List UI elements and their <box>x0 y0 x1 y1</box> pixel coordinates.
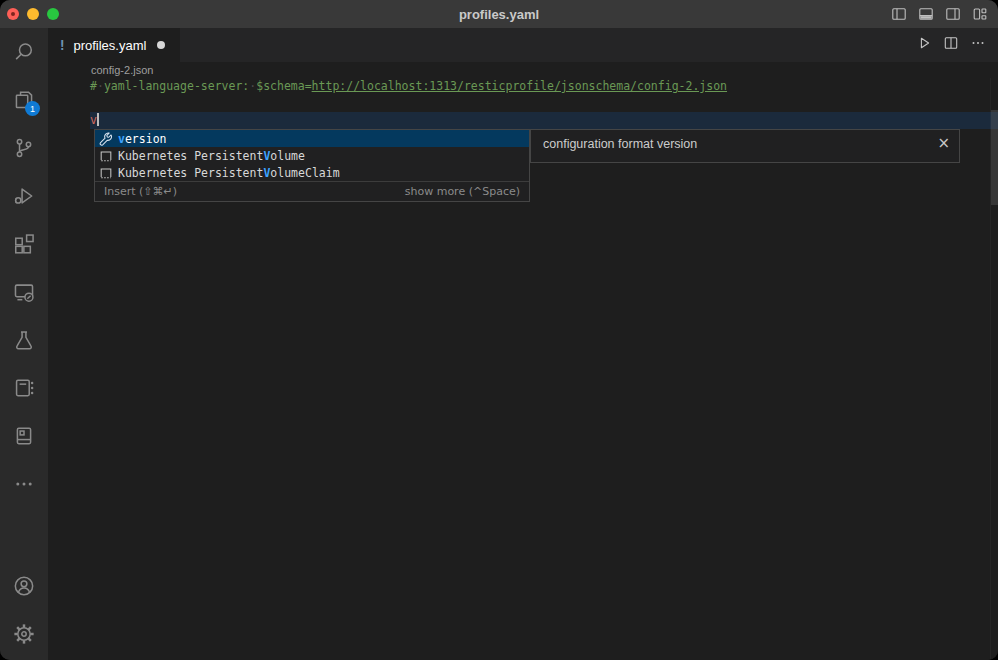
breadcrumb[interactable]: config-2.json <box>48 62 998 78</box>
activity-notebook[interactable] <box>0 364 48 412</box>
show-more-hint[interactable]: show more (^Space) <box>405 185 520 198</box>
traffic-lights <box>7 8 59 20</box>
activity-source-control[interactable] <box>0 124 48 172</box>
minimize-window-button[interactable] <box>27 8 39 20</box>
layout-sidebar-right-icon[interactable] <box>945 6 961 22</box>
editor[interactable]: #·yaml-language-server:·$schema=http://l… <box>48 78 998 660</box>
zoom-window-button[interactable] <box>47 8 59 20</box>
suggest-item-version[interactable]: version <box>95 130 529 147</box>
schema-url-link[interactable]: http://localhost:1313/resticprofile/json… <box>312 79 727 93</box>
activity-bar: 1 <box>0 28 48 660</box>
suggest-item-persistentvolume[interactable]: Kubernetes PersistentVolume <box>95 147 529 164</box>
yaml-file-icon: ! <box>58 37 66 53</box>
activity-search[interactable] <box>0 28 48 76</box>
suggest-details: configuration format version × <box>530 129 960 163</box>
close-window-button[interactable] <box>7 8 19 20</box>
settings-gear-icon[interactable] <box>0 610 48 658</box>
window-title: profiles.yaml <box>459 7 539 22</box>
activity-run-debug[interactable] <box>0 172 48 220</box>
activity-remote-explorer[interactable] <box>0 268 48 316</box>
layout-sidebar-left-icon[interactable] <box>891 6 907 22</box>
titlebar[interactable]: profiles.yaml <box>0 0 998 28</box>
run-button[interactable] <box>916 35 932 55</box>
account-icon[interactable] <box>0 562 48 610</box>
code-line-2 <box>90 95 998 112</box>
modified-indicator[interactable] <box>157 41 165 49</box>
close-icon[interactable]: × <box>937 136 950 151</box>
suggest-status-bar: Insert (⇧⌘↵) show more (^Space) <box>95 181 529 201</box>
more-actions-button[interactable] <box>970 35 986 55</box>
layout-panel-icon[interactable] <box>918 6 934 22</box>
activity-more[interactable] <box>0 460 48 508</box>
activity-explorer[interactable]: 1 <box>0 76 48 124</box>
activity-extensions[interactable] <box>0 220 48 268</box>
scrollbar[interactable] <box>991 110 998 205</box>
code-line-1: #·yaml-language-server:·$schema=http://l… <box>90 78 998 95</box>
insert-hint: Insert (⇧⌘↵) <box>104 185 177 198</box>
suggest-widget: version Kubernetes PersistentVolume Kube… <box>94 129 530 202</box>
activity-storage[interactable] <box>0 412 48 460</box>
customize-layout-icon[interactable] <box>972 6 988 22</box>
text-cursor <box>97 113 99 126</box>
code-line-current: v <box>90 112 998 129</box>
property-wrench-icon <box>98 131 114 147</box>
tab-bar: ! profiles.yaml <box>48 28 998 62</box>
vscode-window: profiles.yaml 1 <box>0 0 998 660</box>
activity-testing[interactable] <box>0 316 48 364</box>
split-editor-button[interactable] <box>943 35 959 55</box>
snippet-icon <box>98 165 114 181</box>
suggest-item-persistentvolumeclaim[interactable]: Kubernetes PersistentVolumeClaim <box>95 164 529 181</box>
tab-profiles-yaml[interactable]: ! profiles.yaml <box>48 28 180 62</box>
snippet-icon <box>98 148 114 164</box>
explorer-badge: 1 <box>25 101 40 116</box>
